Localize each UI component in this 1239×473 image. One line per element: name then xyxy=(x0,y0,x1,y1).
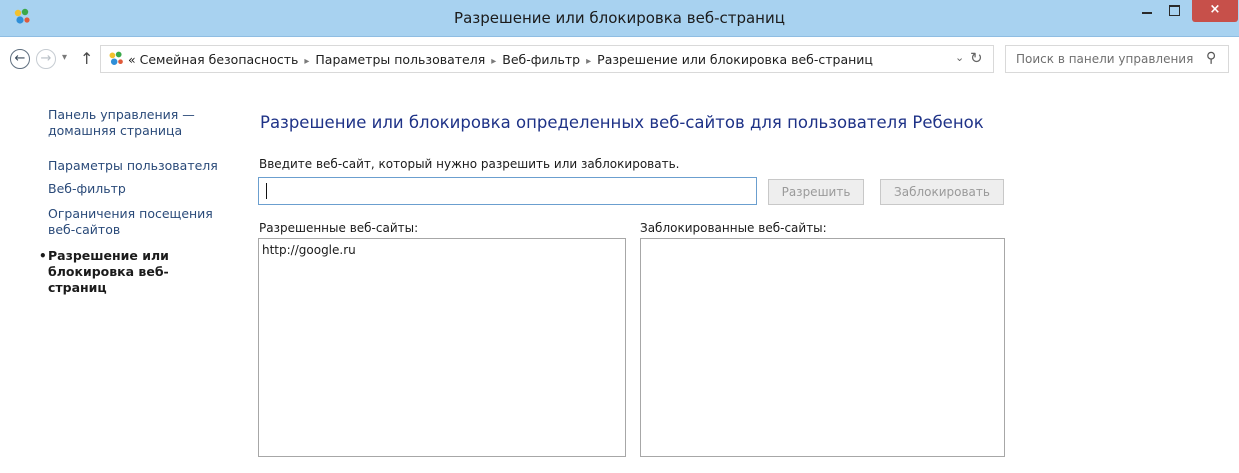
breadcrumb-item-family-safety[interactable]: Семейная безопасность xyxy=(140,52,299,67)
sidebar-item-label: веб-сайтов xyxy=(48,222,121,237)
breadcrumb: « Семейная безопасность ▸ Параметры пользо… xyxy=(128,52,873,67)
page-title: Разрешение или блокировка определенных в… xyxy=(260,113,984,132)
block-button[interactable]: Заблокировать xyxy=(880,179,1004,205)
minimize-icon xyxy=(1142,12,1152,14)
blocked-sites-label: Заблокированные веб-сайты: xyxy=(640,221,827,235)
allowed-sites-list[interactable]: http://google.ru xyxy=(258,238,626,457)
sidebar-item-control-panel-home[interactable]: Панель управления — домашняя страница xyxy=(48,107,195,139)
family-safety-icon xyxy=(109,51,123,65)
website-input[interactable] xyxy=(258,177,757,205)
sidebar-item-web-filter[interactable]: Веб-фильтр xyxy=(48,181,126,197)
breadcrumb-item-allow-block[interactable]: Разрешение или блокировка веб-страниц xyxy=(597,52,873,67)
minimize-button[interactable] xyxy=(1134,0,1160,22)
breadcrumb-separator-icon[interactable]: ▸ xyxy=(586,56,591,67)
sidebar-item-time-limits[interactable]: Ограничения посещения веб-сайтов xyxy=(48,206,213,238)
back-button[interactable]: ← xyxy=(10,49,30,69)
up-arrow-icon[interactable]: ↑ xyxy=(80,49,93,68)
instruction-text: Введите веб-сайт, который нужно разрешит… xyxy=(259,157,680,171)
allowed-sites-label: Разрешенные веб-сайты: xyxy=(259,221,419,235)
address-bar[interactable]: « Семейная безопасность ▸ Параметры пользо… xyxy=(100,45,994,73)
active-bullet: • xyxy=(39,249,47,263)
refresh-icon[interactable]: ↻ xyxy=(970,49,983,67)
breadcrumb-separator-icon[interactable]: ▸ xyxy=(304,56,309,67)
navigation-bar: ← → ▾ ↑ « Семейная безопасность ▸ Параметр… xyxy=(0,37,1239,87)
breadcrumb-item-web-filter[interactable]: Веб-фильтр xyxy=(502,52,580,67)
breadcrumb-separator-icon[interactable]: ▸ xyxy=(491,56,496,67)
sidebar-item-label: Разрешение или xyxy=(48,248,169,263)
text-caret xyxy=(266,183,267,199)
sidebar-item-label: блокировка веб-страниц xyxy=(48,264,169,295)
list-item[interactable]: http://google.ru xyxy=(262,243,356,257)
sidebar-item-label: Панель управления — xyxy=(48,107,195,122)
forward-button[interactable]: → xyxy=(36,49,56,69)
window-title: Разрешение или блокировка веб-страниц xyxy=(454,9,785,27)
sidebar-item-allow-block-active: • Разрешение или блокировка веб-страниц xyxy=(39,248,226,296)
close-icon: × xyxy=(1209,2,1221,17)
maximize-icon xyxy=(1169,5,1180,16)
search-input[interactable]: Поиск в панели управления ⚲ xyxy=(1005,45,1229,73)
search-icon[interactable]: ⚲ xyxy=(1206,50,1216,66)
sidebar-item-label: Ограничения посещения xyxy=(48,206,213,221)
maximize-button[interactable] xyxy=(1162,0,1188,22)
window-titlebar: Разрешение или блокировка веб-страниц × xyxy=(0,0,1239,37)
close-button[interactable]: × xyxy=(1192,0,1238,22)
search-placeholder: Поиск в панели управления xyxy=(1016,52,1194,66)
sidebar-item-label: домашняя страница xyxy=(48,123,183,138)
breadcrumb-item-user-settings[interactable]: Параметры пользователя xyxy=(315,52,485,67)
blocked-sites-list[interactable] xyxy=(640,238,1005,457)
recent-locations-chevron-icon[interactable]: ▾ xyxy=(62,52,67,63)
sidebar-item-user-settings[interactable]: Параметры пользователя xyxy=(48,158,218,174)
allow-button[interactable]: Разрешить xyxy=(768,179,864,205)
breadcrumb-overflow[interactable]: « xyxy=(128,52,136,67)
address-dropdown-icon[interactable]: ⌄ xyxy=(955,51,964,64)
